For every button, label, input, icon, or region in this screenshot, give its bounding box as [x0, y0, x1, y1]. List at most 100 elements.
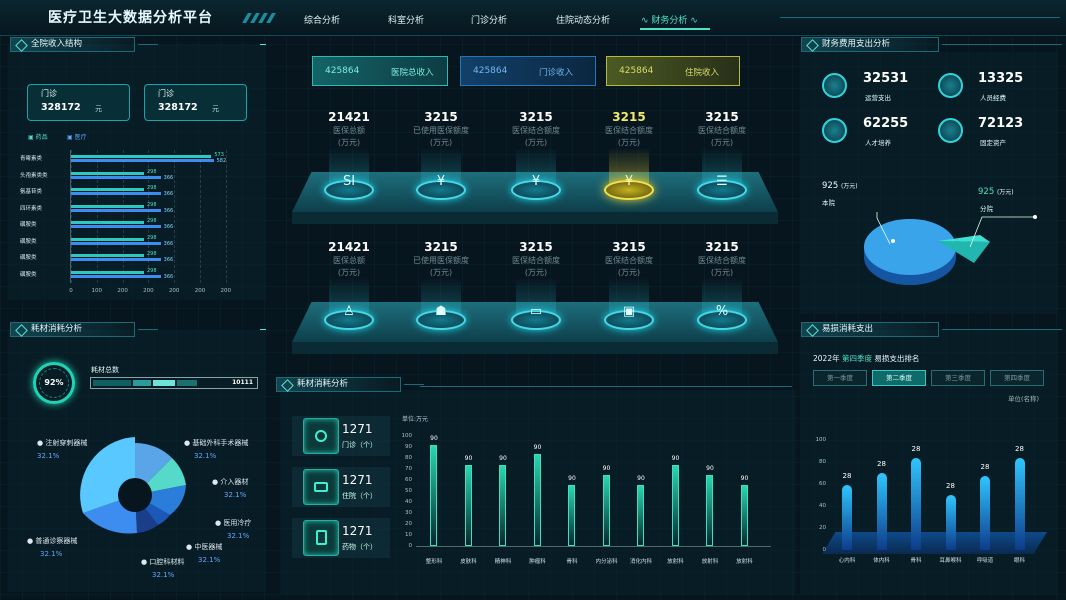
tab-inpatient-income[interactable]: 425864 住院收入 — [606, 56, 740, 86]
consume-label: ● 介入器材 — [212, 478, 249, 486]
x-tick-label: 放射科 — [667, 559, 684, 565]
y-tick-label: 0 — [408, 543, 413, 549]
x-tick-label: 耳鼻喉科 — [939, 558, 962, 564]
item-name: 注射穿刺器械 — [45, 439, 88, 447]
bar-drug — [71, 171, 144, 175]
income-card-outpatient-2: 门诊 328172 元 — [144, 84, 247, 121]
bar-value: 366 — [163, 191, 174, 197]
quarter-button-2[interactable]: 第二季度 — [872, 370, 926, 386]
grid-line — [174, 150, 176, 283]
y-tick-label: 30 — [405, 510, 412, 516]
x-tick-label: 消化内科 — [629, 559, 652, 565]
insurance-value: 3215 — [424, 240, 458, 254]
bar-value: 366 — [163, 174, 174, 181]
data-bar — [706, 474, 713, 546]
y-tick-label: 40 — [819, 503, 826, 509]
x-tick-label: 肿瘤科 — [529, 559, 546, 565]
item-pct: 32.1% — [224, 491, 247, 499]
item-pct: 32.1% — [198, 556, 221, 564]
bar-medical — [71, 225, 161, 228]
y-tick-label: 90 — [405, 444, 412, 450]
insurance-unit: (万元) — [429, 268, 453, 277]
quarter-button-1[interactable]: 第一季度 — [813, 370, 867, 386]
tab-label: 门诊收入 — [539, 68, 574, 78]
bar-category-label: 四环素类 — [20, 205, 43, 212]
data-bar — [464, 464, 472, 546]
bar-value: 366 — [163, 257, 174, 263]
data-label: 90 — [499, 454, 507, 462]
loss-panel-title: 易损消耗支出 — [801, 322, 962, 337]
card-value: 328172 — [158, 102, 198, 113]
data-bar — [533, 453, 541, 546]
finance-pie — [864, 212, 1037, 285]
data-label: 90 — [533, 443, 542, 451]
y-tick-label: 20 — [819, 525, 826, 531]
bar-medical — [71, 192, 161, 195]
card-unit: 元 — [95, 105, 102, 113]
y-tick-label: 100 — [401, 433, 413, 439]
consume-label: ● 普通诊察器械 — [27, 537, 78, 545]
insurance-label: 医保结合额度 — [512, 126, 560, 135]
x-tick-label: 200 — [117, 288, 128, 294]
si-icon: SI — [342, 174, 356, 189]
bar-drug — [71, 270, 144, 274]
legend-label: 医疗 — [74, 134, 87, 141]
stat-label: 住院（个） — [342, 492, 377, 500]
loss-heading: 2022年 第四季度 易损支出排名 — [813, 353, 919, 364]
grid-line — [200, 150, 201, 283]
stripe-decoration — [266, 13, 276, 23]
stat-label: 药物（个） — [342, 543, 377, 551]
quarter-button-4[interactable]: 第四季度 — [990, 370, 1044, 386]
panel-line — [962, 329, 1062, 330]
wallet-icon — [822, 118, 847, 143]
pie-leader-dot — [1033, 215, 1037, 219]
consume-label: ● 口腔科材料 — [141, 558, 185, 566]
insurance-label: 医保结合额度 — [605, 126, 653, 135]
tab-total-income[interactable]: 425864 医院总收入 — [312, 56, 448, 86]
insurance-unit: (万元) — [429, 138, 453, 147]
bar-category-label: 氨基苷类 — [20, 189, 43, 195]
quarter-button-3[interactable]: 第三季度 — [931, 370, 985, 386]
data-bar — [842, 484, 852, 550]
tab-value: 425864 — [325, 66, 360, 76]
tab-label: 住院收入 — [685, 68, 720, 78]
item-pct: 32.1% — [152, 571, 175, 579]
data-bar — [945, 494, 956, 550]
item-name: 基础外科手术器械 — [192, 439, 249, 447]
x-tick-label: 整形科 — [425, 559, 443, 565]
bar-drug — [71, 188, 144, 191]
tab-outpatient-income[interactable]: 425864 门诊收入 — [460, 56, 596, 86]
data-bar — [740, 484, 748, 546]
x-tick-label: 200 — [220, 288, 232, 294]
y-tick-label: 70 — [405, 466, 412, 472]
total-label: 耗材总数 — [91, 366, 119, 374]
tab-finance[interactable]: ∿ 财务分析 ∿ — [641, 13, 698, 26]
stat-card-medicine: 1271 药物（个） — [292, 518, 390, 558]
item-pct: 32.1% — [194, 452, 217, 460]
data-bar — [980, 476, 990, 550]
bar-drug — [71, 237, 144, 241]
y-tick-label: 20 — [405, 521, 412, 527]
item-pct: 32.1% — [40, 550, 63, 558]
data-label: 28 — [877, 459, 886, 468]
chart-floor — [822, 532, 1047, 554]
item-pct: 32.1% — [227, 532, 250, 540]
tab-department[interactable]: 科室分析 — [388, 13, 424, 26]
tab-overview[interactable]: 综合分析 — [304, 13, 340, 26]
x-tick-label: 内分泌科 — [595, 559, 618, 565]
x-tick-label: 骨科 — [566, 559, 578, 565]
data-label: 90 — [740, 474, 749, 482]
wallet-icon — [938, 118, 963, 143]
tab-outpatient[interactable]: 门诊分析 — [471, 13, 507, 26]
insurance-unit: (万元) — [710, 138, 734, 147]
camera-icon-shape — [314, 482, 328, 492]
item-name: 中医器械 — [194, 543, 223, 551]
insurance-value: 3215 — [519, 110, 553, 124]
total-bar-segment — [93, 380, 131, 386]
pie-leader-dot — [891, 239, 895, 243]
bar-value: 366 — [163, 273, 174, 280]
y-tick-label: 50 — [405, 488, 412, 494]
x-tick-label: 体内科 — [873, 558, 890, 564]
tab-inpatient[interactable]: 住院动态分析 — [556, 13, 610, 26]
stat-value: 1271 — [342, 524, 373, 538]
